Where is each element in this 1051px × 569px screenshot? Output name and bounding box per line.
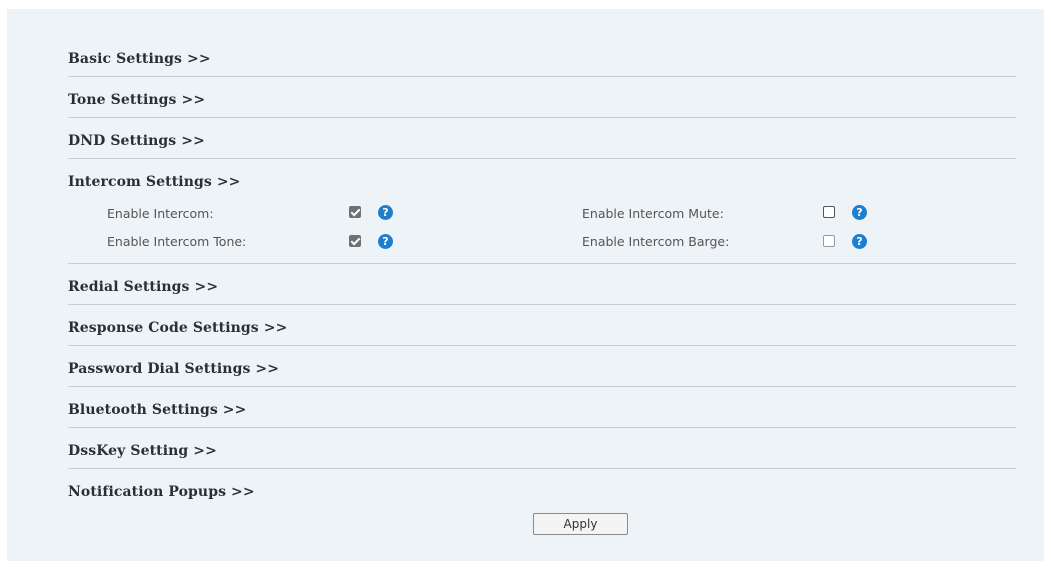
tone-settings-link[interactable]: Tone Settings >> [68,92,205,108]
enable-intercom-mute-label: Enable Intercom Mute: [582,206,724,221]
section-password-dial-settings: Password Dial Settings >> [68,346,1016,387]
enable-intercom-barge-label: Enable Intercom Barge: [582,234,730,249]
settings-panel: Basic Settings >> Tone Settings >> DND S… [7,9,1044,561]
section-tone-settings: Tone Settings >> [68,77,1016,118]
enable-intercom-barge-help-icon[interactable]: ? [852,234,867,249]
redial-settings-link[interactable]: Redial Settings >> [68,279,218,295]
enable-intercom-mute-help-icon[interactable]: ? [852,205,867,220]
enable-intercom-help-icon[interactable]: ? [378,205,393,220]
dnd-settings-link[interactable]: DND Settings >> [68,133,205,149]
enable-intercom-barge-checkbox[interactable] [823,235,835,247]
password-dial-settings-link[interactable]: Password Dial Settings >> [68,361,279,377]
section-response-code-settings: Response Code Settings >> [68,305,1016,346]
bluetooth-settings-link[interactable]: Bluetooth Settings >> [68,402,246,418]
enable-intercom-tone-label: Enable Intercom Tone: [107,234,247,249]
section-redial-settings: Redial Settings >> [68,264,1016,305]
section-dsskey-setting: DssKey Setting >> [68,428,1016,469]
enable-intercom-checkbox[interactable] [349,206,361,218]
intercom-settings-link[interactable]: Intercom Settings >> [68,174,240,190]
dsskey-setting-link[interactable]: DssKey Setting >> [68,443,217,459]
section-basic-settings: Basic Settings >> [68,9,1016,77]
basic-settings-link[interactable]: Basic Settings >> [68,51,211,67]
enable-intercom-tone-help-icon[interactable]: ? [378,234,393,249]
enable-intercom-label: Enable Intercom: [107,206,214,221]
enable-intercom-mute-checkbox[interactable] [823,206,835,218]
section-notification-popups: Notification Popups >> [68,469,1016,509]
section-dnd-settings: DND Settings >> [68,118,1016,159]
notification-popups-link[interactable]: Notification Popups >> [68,484,255,500]
apply-button[interactable]: Apply [533,513,628,535]
response-code-settings-link[interactable]: Response Code Settings >> [68,320,287,336]
enable-intercom-tone-checkbox[interactable] [349,235,361,247]
section-bluetooth-settings: Bluetooth Settings >> [68,387,1016,428]
